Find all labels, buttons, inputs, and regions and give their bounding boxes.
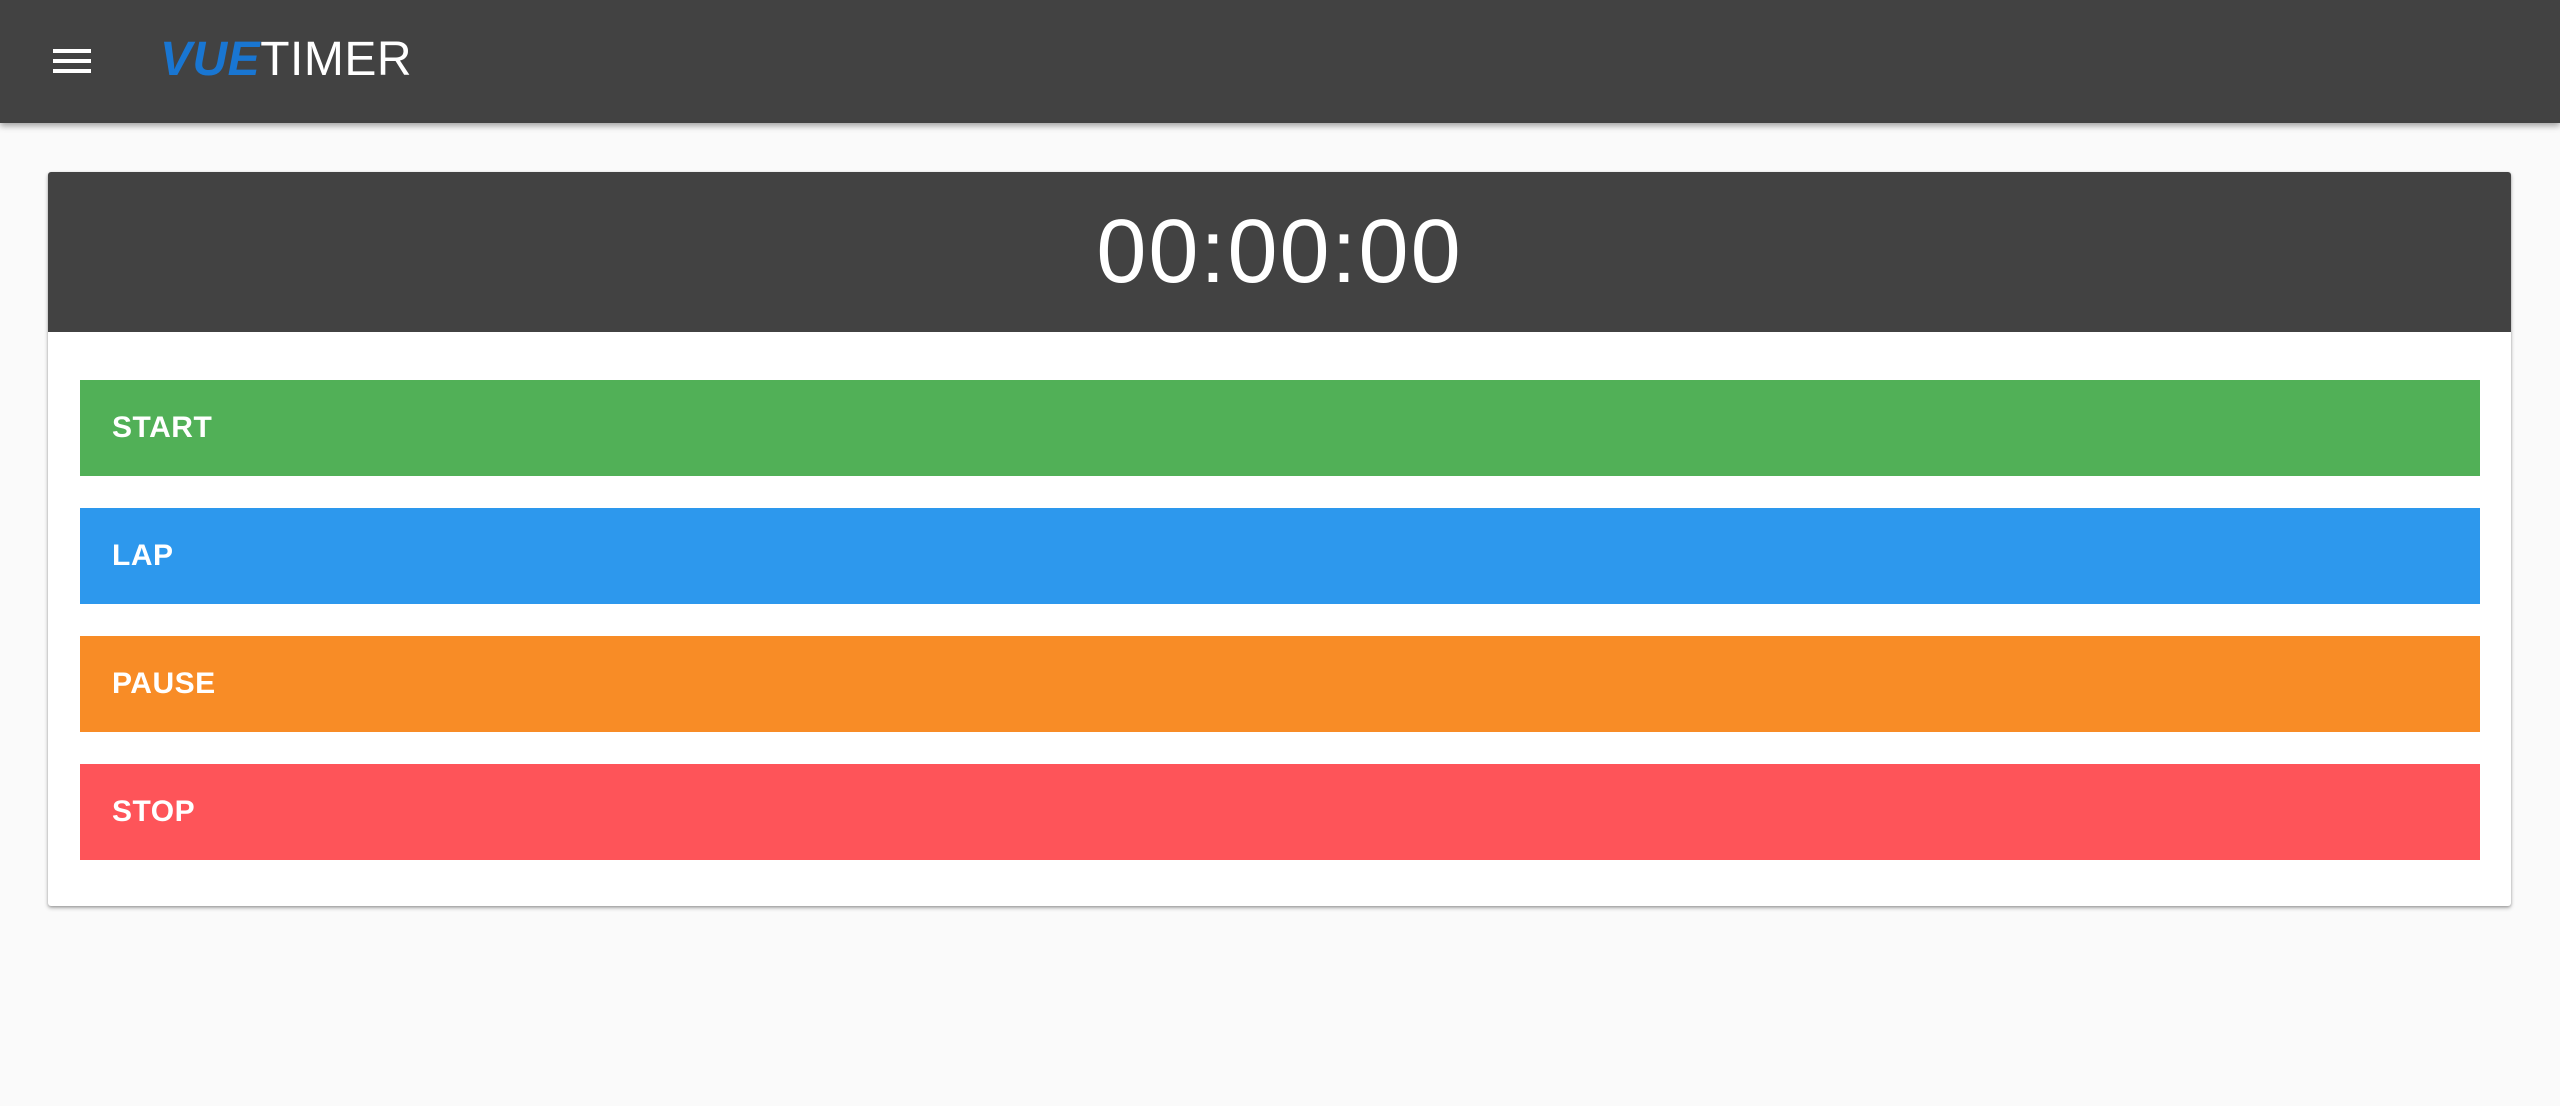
lap-button-label: LAP — [112, 539, 174, 572]
timer-card: 00:00:00 START LAP PAUSE STOP — [48, 172, 2511, 906]
timer-header: 00:00:00 — [48, 172, 2511, 332]
app-title: VUETIMER — [160, 28, 412, 92]
app-title-light: TIMER — [260, 33, 413, 86]
start-button-label: START — [112, 411, 213, 444]
app-title-bold: VUE — [160, 33, 261, 86]
start-button[interactable]: START — [80, 380, 2480, 476]
menu-icon — [53, 49, 91, 73]
app-toolbar: VUETIMER — [0, 0, 2560, 123]
menu-button[interactable] — [47, 40, 97, 82]
stop-button[interactable]: STOP — [80, 764, 2480, 860]
lap-button[interactable]: LAP — [80, 508, 2480, 604]
pause-button[interactable]: PAUSE — [80, 636, 2480, 732]
stop-button-label: STOP — [112, 795, 196, 828]
pause-button-label: PAUSE — [112, 667, 216, 700]
timer-display: 00:00:00 — [1096, 202, 1463, 302]
